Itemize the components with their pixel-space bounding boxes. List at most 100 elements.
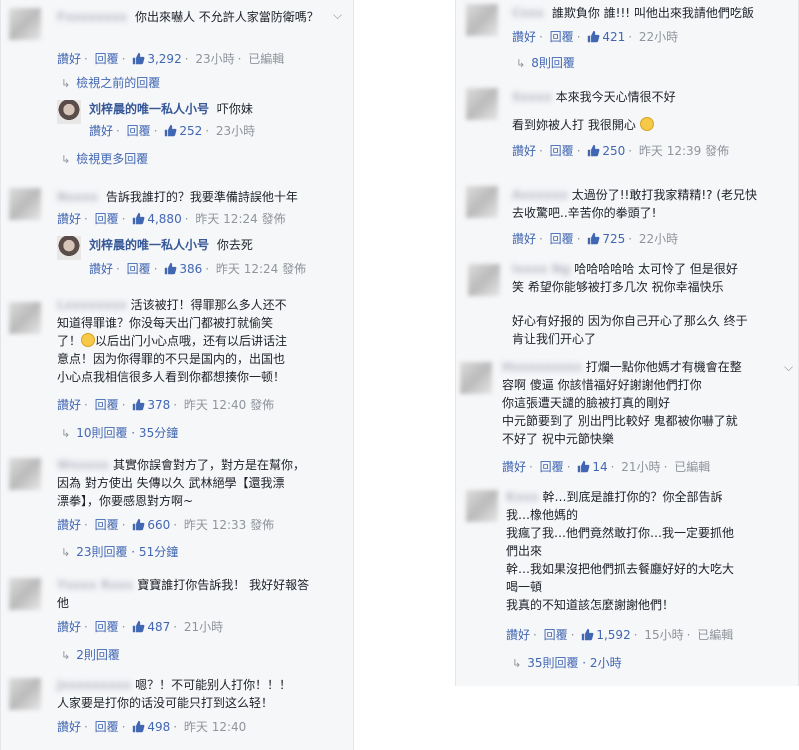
thumbs-up-icon [132, 212, 145, 230]
like-button[interactable]: 讚好 [512, 232, 536, 246]
timestamp[interactable]: 15小時 [644, 628, 683, 642]
like-count[interactable]: 250 [587, 144, 625, 158]
reply-button[interactable]: 回覆 [550, 144, 574, 158]
commenter-name[interactable]: Cxxx [512, 6, 544, 20]
like-count[interactable]: 487 [132, 620, 170, 634]
like-button[interactable]: 讚好 [57, 52, 81, 66]
edited-label[interactable]: 已編輯 [248, 52, 284, 66]
comment: Lxxxxxxxx 活该被打！得罪那么多人还不 知道得罪谁？你没每天出门都被打就偷… [1, 294, 353, 418]
reply-button[interactable]: 回覆 [95, 518, 119, 532]
commenter-name[interactable]: Lxxxxxxxx [57, 298, 127, 312]
timestamp[interactable]: 22小時 [639, 30, 678, 44]
chevron-down-icon[interactable]: ⌵ [333, 8, 342, 23]
reply-button[interactable]: 回覆 [550, 232, 574, 246]
like-button[interactable]: 讚好 [89, 262, 113, 276]
commenter-name[interactable]: Fxxxxxxxx [57, 10, 127, 24]
timestamp[interactable]: 21小時 [621, 460, 660, 474]
commenter-name[interactable]: Wxxxxx [57, 458, 109, 472]
avatar[interactable] [468, 264, 500, 296]
like-count[interactable]: 725 [587, 232, 625, 246]
edited-label[interactable]: 已編輯 [697, 628, 733, 642]
avatar[interactable] [466, 186, 498, 218]
like-button[interactable]: 讚好 [57, 620, 81, 634]
avatar[interactable] [9, 578, 41, 610]
reply-button[interactable]: 回覆 [127, 124, 151, 138]
comment-actions: 讚好 · 回覆 · 421 · 22小時 [512, 28, 678, 48]
avatar[interactable] [466, 490, 498, 522]
like-button[interactable]: 讚好 [512, 30, 536, 44]
like-count[interactable]: 498 [132, 720, 170, 734]
like-count[interactable]: 378 [132, 398, 170, 412]
reply-button[interactable]: 回覆 [127, 262, 151, 276]
like-count[interactable]: 3,292 [132, 52, 182, 66]
avatar[interactable] [9, 458, 41, 490]
reply-button[interactable]: 回覆 [540, 460, 564, 474]
avatar[interactable] [9, 188, 41, 220]
avatar[interactable] [466, 4, 498, 36]
commenter-name[interactable]: Yxxxx Rxxx [57, 578, 133, 592]
like-count[interactable]: 14 [577, 460, 608, 474]
like-count[interactable]: 1,592 [581, 628, 631, 642]
timestamp[interactable]: 23小時 [216, 124, 255, 138]
commenter-name[interactable]: 刘梓晨的唯一私人小号 [89, 238, 209, 252]
like-button[interactable]: 讚好 [89, 124, 113, 138]
like-button[interactable]: 讚好 [57, 212, 81, 226]
timestamp[interactable]: 昨天 12:33 發佈 [184, 518, 274, 532]
avatar[interactable] [460, 362, 492, 394]
commenter-name[interactable]: Nxxxx [57, 190, 98, 204]
view-replies-link[interactable]: ↳ 2則回覆 [61, 646, 120, 665]
avatar[interactable] [466, 88, 498, 120]
timestamp[interactable]: 昨天 12:40 [184, 720, 246, 734]
reply-button[interactable]: 回覆 [95, 52, 119, 66]
timestamp[interactable]: 昨天 12:24 發佈 [195, 212, 285, 226]
view-more-replies-link[interactable]: ↳ 檢視更多回覆 [61, 150, 148, 169]
commenter-name[interactable]: Hxxxxxxxxx [502, 360, 582, 374]
timestamp[interactable]: 昨天 12:39 發佈 [639, 144, 729, 158]
reply-button[interactable]: 回覆 [95, 212, 119, 226]
view-replies-link[interactable]: ↳ 10則回覆 · 35分鐘 [61, 424, 178, 443]
like-count[interactable]: 421 [587, 30, 625, 44]
view-replies-link[interactable]: ↳ 35則回覆 · 2小時 [512, 654, 622, 673]
avatar[interactable] [57, 236, 81, 260]
like-button[interactable]: 讚好 [512, 144, 536, 158]
timestamp[interactable]: 昨天 12:40 發佈 [184, 398, 274, 412]
edited-label[interactable]: 已編輯 [674, 460, 710, 474]
commenter-name[interactable]: Ixxxx Ng [512, 262, 570, 276]
like-button[interactable]: 讚好 [506, 628, 530, 642]
like-count[interactable]: 660 [132, 518, 170, 532]
avatar[interactable] [9, 8, 41, 40]
timestamp[interactable]: 21小時 [184, 620, 223, 634]
like-count[interactable]: 252 [164, 124, 202, 138]
commenter-name[interactable]: 刘梓晨的唯一私人小号 [89, 102, 209, 116]
like-count[interactable]: 386 [164, 262, 202, 276]
avatar[interactable] [57, 100, 81, 124]
timestamp[interactable]: 22小時 [639, 232, 678, 246]
like-count[interactable]: 4,880 [132, 212, 182, 226]
like-button[interactable]: 讚好 [57, 720, 81, 734]
like-button[interactable]: 讚好 [57, 518, 81, 532]
commenter-name[interactable]: Sxxxx [512, 90, 552, 104]
comment-text: 寶寶誰打你告訴我！ 我好好報答 [137, 578, 310, 592]
comment: Jxxxxxxxxx 嗯？！不可能别人打你！！！ 人家要是打你的话没可能只打到这么… [1, 672, 353, 750]
like-button[interactable]: 讚好 [502, 460, 526, 474]
reply-button[interactable]: 回覆 [544, 628, 568, 642]
commenter-name[interactable]: Kxxx [506, 490, 539, 504]
comment: Wxxxxx 其實你誤會對方了，對方是在幫你， 因為 對方使出 失傳以久 武林絕學… [1, 452, 353, 542]
view-replies-link[interactable]: ↳ 23則回覆 · 51分鐘 [61, 543, 178, 562]
comment-text: 哈哈哈哈哈 太可怜了 但是很好 [574, 262, 738, 276]
reply-button[interactable]: 回覆 [95, 620, 119, 634]
timestamp[interactable]: 昨天 12:24 發佈 [216, 262, 306, 276]
thumbs-up-icon [577, 460, 590, 478]
reply-button[interactable]: 回覆 [95, 720, 119, 734]
reply-button[interactable]: 回覆 [550, 30, 574, 44]
reply-button[interactable]: 回覆 [95, 398, 119, 412]
view-replies-link[interactable]: ↳ 8則回覆 [516, 54, 575, 73]
commenter-name[interactable]: Jxxxxxxxxx [57, 678, 131, 692]
timestamp[interactable]: 23小時 [195, 52, 234, 66]
avatar[interactable] [9, 302, 41, 334]
chevron-down-icon[interactable]: ⌵ [784, 360, 793, 375]
like-button[interactable]: 讚好 [57, 398, 81, 412]
view-previous-replies-link[interactable]: ↳ 檢視之前的回覆 [61, 74, 160, 93]
commenter-name[interactable]: Axxxxxx [512, 188, 568, 202]
avatar[interactable] [9, 678, 41, 710]
